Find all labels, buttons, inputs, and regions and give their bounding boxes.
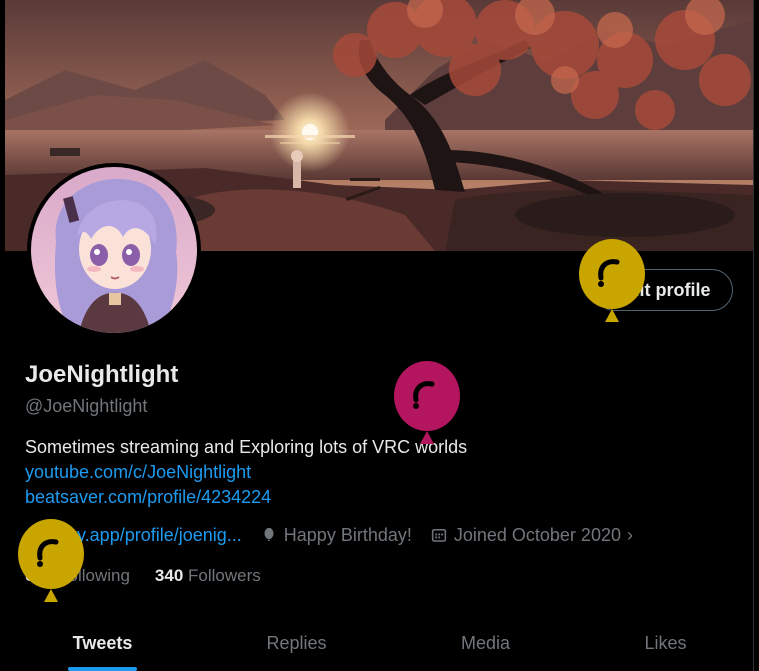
chevron-right-icon: › — [626, 524, 633, 545]
tab-media-label: Media — [460, 632, 511, 653]
bio-link-youtube[interactable]: youtube.com/c/JoeNightlight — [25, 460, 467, 485]
balloon-icon — [264, 527, 274, 541]
profile-avatar[interactable] — [27, 163, 201, 337]
display-name: JoeNightlight — [25, 361, 179, 388]
followers-label: Followers — [188, 566, 261, 585]
profile-tabs: Tweets Replies Media Likes — [0, 615, 753, 671]
tab-media[interactable]: Media — [423, 615, 548, 671]
followers-count: 340 — [154, 566, 184, 585]
birthday-text: Happy Birthday! — [283, 524, 412, 545]
bio-link-beatsaver[interactable]: beatsaver.com/profile/4234224 — [25, 485, 467, 510]
tab-replies-label: Replies — [266, 632, 327, 653]
birthday-item: Happy Birthday! — [260, 525, 412, 546]
tab-likes[interactable]: Likes — [603, 615, 728, 671]
joined-text: Joined October 2020 — [453, 524, 621, 545]
followers-link[interactable]: 340 Followers — [155, 566, 261, 586]
calendar-icon — [431, 529, 446, 542]
tab-tweets-label: Tweets — [72, 632, 133, 653]
balloon-icon[interactable] — [392, 360, 462, 450]
profile-meta: bsky.app/profile/joenig... Happy Birthda… — [25, 524, 651, 546]
user-handle: @JoeNightlight — [25, 396, 148, 416]
joined-item[interactable]: Joined October 2020 › — [430, 525, 633, 546]
balloon-icon[interactable] — [577, 238, 647, 328]
tab-likes-label: Likes — [644, 632, 687, 653]
tab-replies[interactable]: Replies — [234, 615, 359, 671]
balloon-icon[interactable] — [16, 518, 86, 608]
active-tab-indicator — [68, 667, 137, 671]
profile-page: Edit profile JoeNightlight @JoeNightligh… — [0, 0, 754, 671]
tab-tweets[interactable]: Tweets — [40, 615, 165, 671]
